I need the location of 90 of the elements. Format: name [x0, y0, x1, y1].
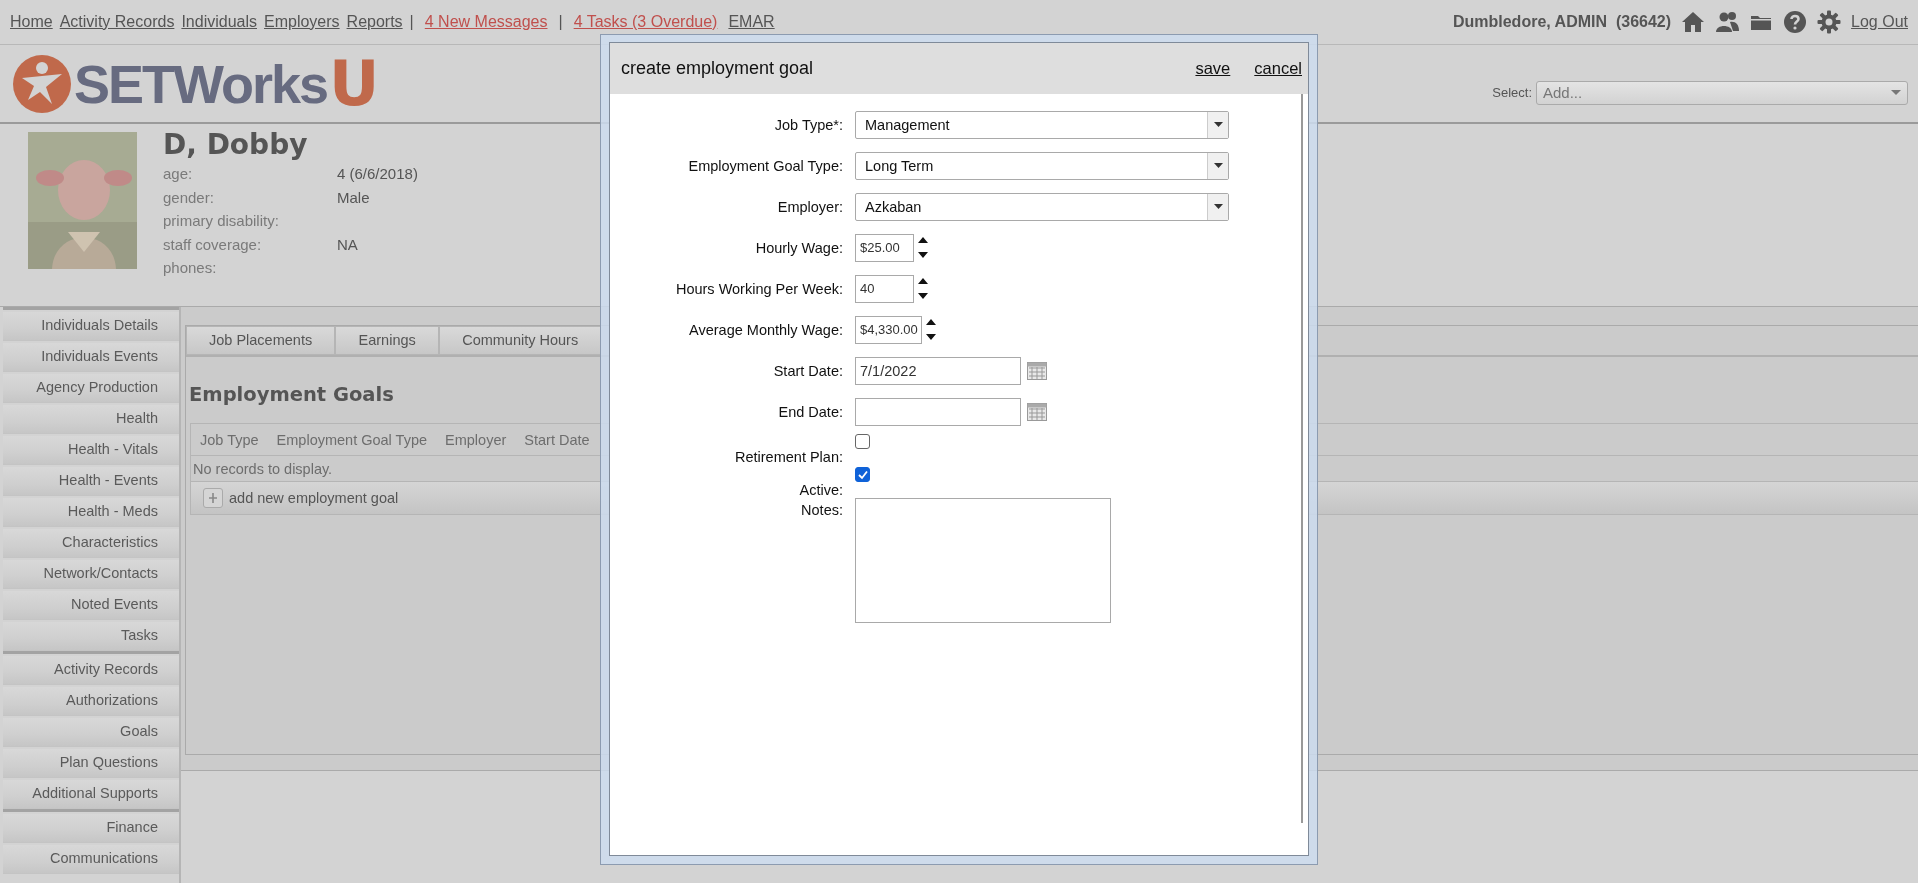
date-field[interactable] — [855, 397, 1021, 426]
sidebar-item[interactable]: Noted Events — [3, 590, 179, 620]
sidebar-item[interactable]: Goals — [3, 717, 179, 747]
separator: | — [558, 13, 563, 31]
field-label: Hourly Wage: — [754, 239, 843, 256]
column-header[interactable]: Job Type — [200, 431, 259, 448]
sidebar-item[interactable]: Characteristics — [3, 528, 179, 558]
sidebar-item[interactable]: Finance — [3, 813, 179, 843]
sidebar-item[interactable]: Health — [3, 404, 179, 434]
sidebar-item[interactable]: Authorizations — [3, 686, 179, 716]
select-dropdown[interactable]: Long Term — [855, 151, 1229, 180]
nav-link[interactable]: Reports — [346, 13, 403, 31]
sidebar-item[interactable]: Communications — [3, 844, 179, 874]
user-name: Dumbledore, ADMIN (36642) — [1452, 13, 1672, 31]
sidebar-item[interactable]: Health - Events — [3, 466, 179, 496]
field-label: gender: — [163, 187, 215, 208]
field-label: age: — [163, 164, 194, 184]
column-header[interactable]: Start Date — [524, 431, 590, 448]
separator: | — [409, 13, 414, 31]
field-label: Start Date: — [772, 362, 843, 379]
logout-link[interactable]: Log Out — [1851, 13, 1908, 31]
field-label: staff coverage: — [163, 234, 263, 255]
help-icon[interactable] — [1783, 10, 1808, 34]
sidebar-item[interactable]: Individuals Details — [3, 311, 179, 341]
field-label: Select: — [1492, 85, 1532, 100]
number-field[interactable]: $4,330.00 — [855, 315, 922, 344]
action-link[interactable]: cancel — [1254, 59, 1302, 78]
field-label: Employer: — [776, 198, 843, 215]
spinner-arrows-icon[interactable] — [918, 276, 928, 301]
field-value: 4 (6/6/2018) — [337, 164, 418, 184]
date-field[interactable]: 7/1/2022 — [855, 356, 1021, 385]
sidebar-item[interactable]: Plan Questions — [3, 748, 179, 778]
field-label: Job Type*: — [773, 116, 843, 133]
sidebar-item[interactable]: Activity Records — [3, 655, 179, 685]
plus-icon — [208, 493, 218, 503]
alert-link[interactable]: 4 Tasks (3 Overdue) — [573, 13, 718, 31]
sidebar-item[interactable]: Agency Production — [3, 373, 179, 403]
field-label: phones: — [163, 258, 218, 278]
field-value: NA — [337, 234, 359, 255]
field-label: Average Monthly Wage: — [688, 321, 843, 338]
tab[interactable]: Job Placements — [186, 326, 336, 355]
person-name: D, Dobby — [163, 128, 309, 162]
select-dropdown[interactable]: Add... — [1536, 80, 1908, 105]
caret-icon — [1213, 163, 1223, 168]
field-label: Active: — [798, 482, 843, 498]
nav-link[interactable]: Employers — [264, 13, 340, 31]
checkbox[interactable] — [855, 467, 870, 482]
sidebar-item[interactable]: Network/Contacts — [3, 559, 179, 589]
logo-text: SETWorks — [74, 56, 328, 111]
nav-link[interactable]: Activity Records — [59, 13, 175, 31]
field-label: Hours Working Per Week: — [674, 280, 843, 297]
caret-icon — [1213, 204, 1223, 209]
notes-field[interactable] — [855, 498, 1111, 623]
field-label: End Date: — [777, 403, 843, 420]
sidebar-item[interactable]: Health - Vitals — [3, 435, 179, 465]
caret-icon — [1891, 90, 1901, 95]
field-value: Male — [337, 187, 371, 208]
field-label: primary disability: — [163, 211, 280, 231]
number-field[interactable]: $25.00 — [855, 233, 914, 262]
field-label: Employment Goal Type: — [687, 157, 843, 174]
section-heading: Employment Goals — [189, 383, 394, 406]
sidebar-item[interactable]: Additional Supports — [3, 779, 179, 809]
nav-link[interactable]: EMAR — [728, 13, 775, 31]
caret-icon — [1213, 122, 1223, 127]
calendar-icon[interactable] — [1027, 361, 1047, 380]
alert-link[interactable]: 4 New Messages — [424, 13, 548, 31]
sidebar-item[interactable]: Tasks — [3, 621, 179, 651]
tab[interactable]: Earnings — [335, 326, 440, 355]
number-field[interactable]: 40 — [855, 274, 914, 303]
spinner-arrows-icon[interactable] — [925, 317, 936, 342]
sidebar-item[interactable]: Health - Meds — [3, 497, 179, 527]
column-header[interactable]: Employer — [445, 431, 507, 448]
dialog-title: create employment goal — [621, 58, 815, 79]
sidebar-item[interactable]: Individuals Events — [3, 342, 179, 372]
check-icon — [856, 469, 869, 480]
select-dropdown[interactable]: Management — [855, 110, 1229, 139]
users-icon[interactable] — [1715, 10, 1740, 34]
calendar-icon[interactable] — [1027, 402, 1047, 421]
checkbox[interactable] — [855, 434, 870, 449]
select-dropdown[interactable]: Azkaban — [855, 192, 1229, 221]
action-link[interactable]: save — [1195, 59, 1231, 78]
column-header[interactable]: Employment Goal Type — [276, 431, 428, 448]
nav-link[interactable]: Home — [10, 13, 53, 31]
nav-link[interactable]: Individuals — [181, 13, 257, 31]
spinner-arrows-icon[interactable] — [918, 235, 928, 260]
settings-icon[interactable] — [1817, 10, 1842, 34]
logo-icon — [12, 53, 72, 114]
home-icon[interactable] — [1681, 10, 1706, 34]
tab[interactable]: Community Hours — [439, 326, 602, 355]
logo-letter: U — [329, 52, 380, 115]
